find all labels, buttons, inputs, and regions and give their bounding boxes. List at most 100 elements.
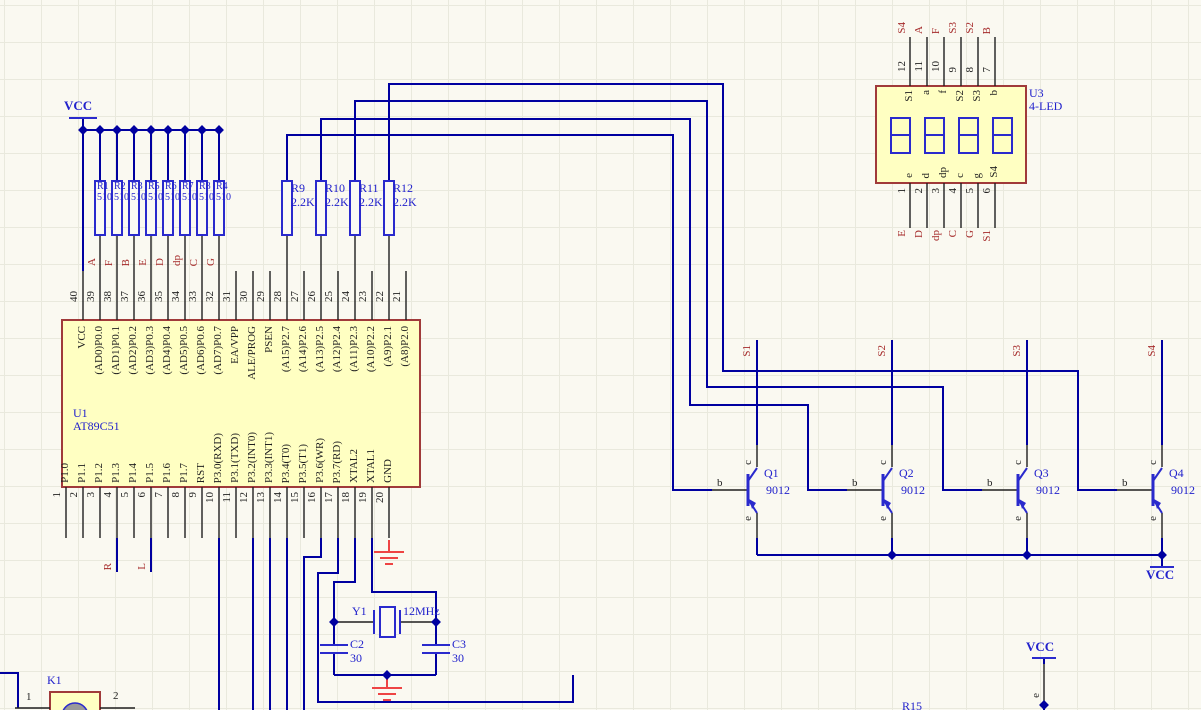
crystal-value[interactable]: 12MHz: [403, 605, 440, 617]
resistor-designator[interactable]: R6: [165, 181, 177, 192]
resistor-designator[interactable]: R4: [216, 181, 228, 192]
u3-designator[interactable]: U3: [1029, 87, 1044, 99]
net-label-r[interactable]: R: [102, 563, 115, 570]
transistor-designator[interactable]: Q3: [1034, 467, 1049, 479]
u1-pin-number: 24: [340, 291, 353, 302]
transistor-designator[interactable]: Q1: [764, 467, 779, 479]
u1-part[interactable]: AT89C51: [73, 420, 120, 432]
u1-pin-number: 11: [221, 492, 234, 503]
resistor-value[interactable]: 2.2K: [325, 196, 349, 208]
u3-pin-number: 7: [981, 67, 994, 73]
u3-net-label[interactable]: A: [913, 26, 926, 34]
net-label[interactable]: S2: [876, 345, 889, 357]
resistor-value[interactable]: 2.2K: [359, 196, 383, 208]
r15-designator[interactable]: R15: [902, 700, 922, 710]
resistor-designator[interactable]: R2: [114, 181, 126, 192]
u1-pin-name: (AD3)P0.3: [144, 326, 157, 375]
net-label[interactable]: B: [120, 259, 133, 266]
resistor-value[interactable]: 510: [131, 192, 146, 203]
u1-pin-number: 15: [289, 492, 302, 503]
u3-net-label[interactable]: C: [947, 230, 960, 237]
u1-pin-name: P1.0: [59, 463, 72, 483]
net-label[interactable]: D: [154, 258, 167, 266]
u3-part[interactable]: 4-LED: [1029, 100, 1062, 112]
u3-pin-name: e: [903, 173, 916, 178]
resistor-value[interactable]: 510: [165, 192, 180, 203]
u1-pin-name: P3.2(INT0): [246, 432, 259, 483]
k1-pin2-number: 2: [113, 690, 119, 702]
resistor-value[interactable]: 510: [216, 192, 231, 203]
u3-net-label[interactable]: E: [896, 230, 909, 237]
resistor-designator[interactable]: R8: [199, 181, 211, 192]
schematic-canvas: VCC VCC VCC U1 AT89C51 U3 4-LED Y1 12MHz…: [0, 0, 1201, 710]
u1-pin-name: PSEN: [263, 326, 276, 353]
u1-pin-name: P1.5: [144, 463, 157, 483]
resistor-value[interactable]: 2.2K: [393, 196, 417, 208]
transistor-designator[interactable]: Q4: [1169, 467, 1184, 479]
resistor-designator[interactable]: R1: [97, 181, 109, 192]
transistor-part[interactable]: 9012: [766, 484, 790, 496]
u1-pin-number: 28: [272, 291, 285, 302]
net-label[interactable]: S1: [741, 345, 754, 357]
u3-net-label[interactable]: S4: [896, 22, 909, 34]
u1-pin-name: (A14)P2.6: [297, 326, 310, 372]
u1-pin-number: 4: [102, 492, 115, 498]
net-label[interactable]: G: [205, 258, 218, 266]
net-label[interactable]: A: [86, 258, 99, 266]
k1-designator[interactable]: K1: [47, 674, 62, 686]
resistor-value[interactable]: 2.2K: [291, 196, 315, 208]
u1-pin-name: (A11)P2.3: [348, 326, 361, 372]
u3-pin-number: 3: [930, 188, 943, 194]
net-label[interactable]: S3: [1011, 345, 1024, 357]
u3-pin-number: 10: [930, 61, 943, 72]
resistor-designator[interactable]: R11: [359, 182, 379, 194]
transistor-designator[interactable]: Q2: [899, 467, 914, 479]
c2-designator[interactable]: C2: [350, 638, 364, 650]
resistor-designator[interactable]: R7: [182, 181, 194, 192]
resistor-value[interactable]: 510: [97, 192, 112, 203]
u3-pin-name: b: [988, 90, 1001, 96]
net-label[interactable]: dp: [171, 255, 184, 266]
c3-designator[interactable]: C3: [452, 638, 466, 650]
net-label[interactable]: S4: [1146, 345, 1159, 357]
u3-net-label[interactable]: F: [930, 28, 943, 34]
net-label[interactable]: E: [137, 259, 150, 266]
u3-net-label[interactable]: D: [913, 230, 926, 238]
resistor-value[interactable]: 510: [199, 192, 214, 203]
u3-net-label[interactable]: B: [981, 27, 994, 34]
transistor-part[interactable]: 9012: [901, 484, 925, 496]
u3-net-label[interactable]: S3: [947, 22, 960, 34]
resistor-value[interactable]: 510: [114, 192, 129, 203]
transistor-part[interactable]: 9012: [1036, 484, 1060, 496]
resistor-designator[interactable]: R12: [393, 182, 413, 194]
u3-pin-number: 4: [947, 188, 960, 194]
resistor-value[interactable]: 510: [148, 192, 163, 203]
resistor-value[interactable]: 510: [182, 192, 197, 203]
u1-pin-number: 12: [238, 492, 251, 503]
net-label-l[interactable]: L: [136, 563, 149, 570]
u3-net-label[interactable]: S1: [981, 230, 994, 242]
net-label[interactable]: F: [103, 260, 116, 266]
net-label[interactable]: C: [188, 259, 201, 266]
resistor-designator[interactable]: R10: [325, 182, 345, 194]
terminal-label-c: c: [1012, 460, 1025, 465]
u1-designator[interactable]: U1: [73, 407, 88, 419]
u3-net-label[interactable]: S2: [964, 22, 977, 34]
resistor-designator[interactable]: R9: [291, 182, 305, 194]
transistor-part[interactable]: 9012: [1171, 484, 1195, 496]
crystal-designator[interactable]: Y1: [352, 605, 367, 617]
u1-pin-name: P3.5(T1): [297, 444, 310, 483]
resistor-designator[interactable]: R3: [131, 181, 143, 192]
u3-net-label[interactable]: G: [964, 230, 977, 238]
u1-pin-number: 30: [238, 291, 251, 302]
vcc-label-bottom: VCC: [1026, 641, 1054, 653]
c2-value[interactable]: 30: [350, 652, 362, 664]
u3-pin-name: dp: [937, 167, 950, 178]
terminal-label-e: e: [877, 516, 890, 521]
resistor-designator[interactable]: R5: [148, 181, 160, 192]
u3-pin-number: 6: [981, 188, 994, 194]
q5-emitter-label: e: [1030, 693, 1043, 698]
c3-value[interactable]: 30: [452, 652, 464, 664]
u1-pin-name: P3.7(RD): [331, 441, 344, 483]
u3-net-label[interactable]: dp: [930, 230, 943, 241]
